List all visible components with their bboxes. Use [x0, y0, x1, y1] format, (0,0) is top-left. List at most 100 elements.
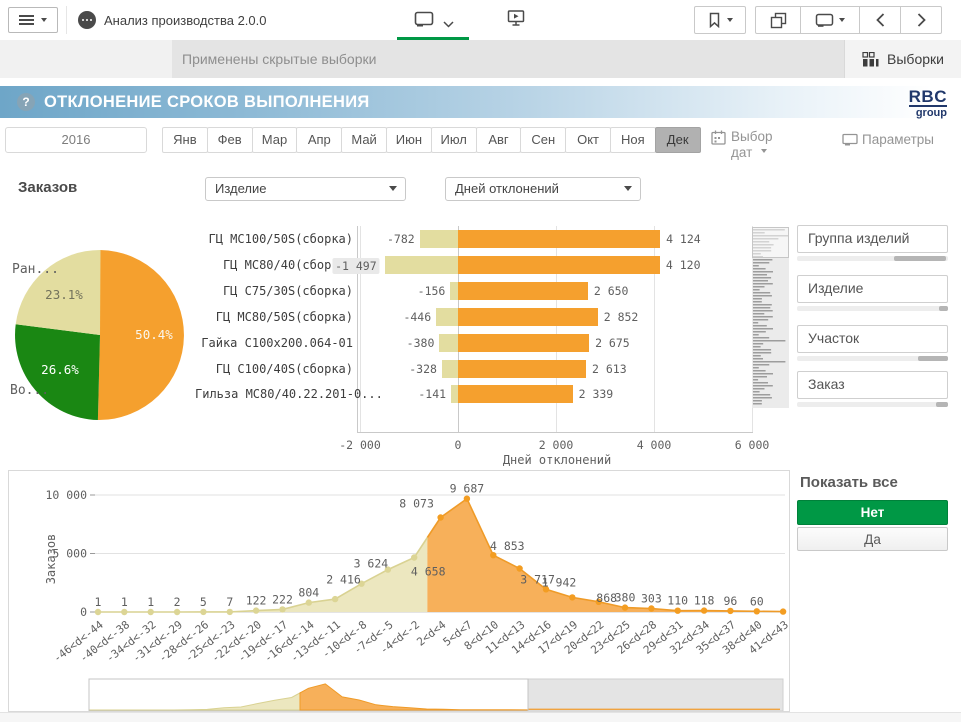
- orders-kpi-label: Заказов: [18, 179, 77, 196]
- listbox-title[interactable]: Заказ: [797, 371, 948, 399]
- storytelling-button[interactable]: [507, 9, 525, 30]
- bookmarks-button[interactable]: [694, 6, 746, 34]
- negative-bar[interactable]: [420, 230, 458, 248]
- prev-sheet-button[interactable]: [859, 6, 901, 34]
- positive-bar[interactable]: [458, 256, 660, 274]
- year-filter[interactable]: 2016: [5, 127, 147, 153]
- measure-dropdown[interactable]: Дней отклонений: [445, 177, 641, 201]
- negative-bar[interactable]: [439, 334, 458, 352]
- area-data-point[interactable]: [95, 609, 101, 615]
- area-data-point[interactable]: [332, 596, 338, 602]
- month-Май[interactable]: Май: [341, 127, 387, 153]
- dimension-dropdown[interactable]: Изделие: [205, 177, 406, 201]
- current-sheet-button[interactable]: [800, 6, 860, 34]
- listbox-title[interactable]: Группа изделий: [797, 225, 948, 253]
- month-Ноя[interactable]: Ноя: [610, 127, 656, 153]
- area-data-point[interactable]: [306, 599, 312, 605]
- negative-bar[interactable]: [436, 308, 458, 326]
- listbox-scrollbar[interactable]: [797, 306, 948, 311]
- listbox-scrollbar-thumb[interactable]: [939, 306, 948, 311]
- range-minimap-unselected[interactable]: [528, 680, 783, 711]
- month-Апр[interactable]: Апр: [296, 127, 342, 153]
- sheets-overview-button[interactable]: [755, 6, 801, 34]
- positive-bar[interactable]: [458, 282, 588, 300]
- area-data-point[interactable]: [411, 554, 417, 560]
- area-point-label: 2 416: [326, 573, 361, 587]
- positive-value-label: 4 124: [666, 232, 701, 246]
- negative-bar[interactable]: [450, 282, 458, 300]
- area-data-point[interactable]: [675, 608, 681, 614]
- area-data-point[interactable]: [253, 607, 259, 613]
- next-sheet-button[interactable]: [900, 6, 942, 34]
- negative-bar[interactable]: [442, 360, 458, 378]
- area-data-point[interactable]: [174, 609, 180, 615]
- selections-bar: Применены скрытые выборки: [0, 40, 961, 78]
- date-picker-button[interactable]: Выбор дат: [711, 129, 785, 161]
- listbox-scrollbar[interactable]: [797, 402, 948, 407]
- app-title: Анализ производства 2.0.0: [104, 13, 266, 28]
- help-icon[interactable]: ?: [17, 93, 35, 111]
- sheet-chevron-button[interactable]: [443, 16, 454, 31]
- area-data-point[interactable]: [437, 514, 443, 520]
- bar-x-tick-label: 0: [455, 438, 462, 452]
- area-data-point[interactable]: [148, 609, 154, 615]
- listbox-scrollbar[interactable]: [797, 356, 948, 361]
- area-y-tick-label: 10 000: [45, 488, 87, 502]
- positive-bar[interactable]: [458, 230, 660, 248]
- area-data-point[interactable]: [569, 594, 575, 600]
- area-point-label: 60: [750, 594, 764, 608]
- month-Янв[interactable]: Янв: [162, 127, 208, 153]
- area-data-point[interactable]: [227, 609, 233, 615]
- pie-slice-pct-label: 50.4%: [135, 327, 173, 342]
- area-point-label: 9 687: [450, 482, 485, 496]
- parameters-button[interactable]: Параметры: [842, 132, 934, 147]
- bar-chart-scroll-minimap[interactable]: [752, 227, 789, 408]
- listbox-title[interactable]: Изделие: [797, 275, 948, 303]
- area-point-label: 303: [641, 592, 662, 606]
- month-Июл[interactable]: Июл: [431, 127, 477, 153]
- area-data-point[interactable]: [121, 609, 127, 615]
- show-all-option-no[interactable]: Нет: [797, 500, 948, 525]
- sheet-header: ? ОТКЛОНЕНИЕ СРОКОВ ВЫПОЛНЕНИЯ RBC group: [0, 86, 961, 118]
- area-data-point[interactable]: [780, 608, 786, 614]
- month-Фев[interactable]: Фев: [207, 127, 253, 153]
- selections-tool-button[interactable]: Выборки: [844, 40, 961, 78]
- area-data-point[interactable]: [648, 605, 654, 611]
- global-menu-button[interactable]: [8, 7, 58, 33]
- month-Мар[interactable]: Мар: [252, 127, 298, 153]
- positive-bar[interactable]: [458, 385, 573, 403]
- bar-category-label: ГЦ С100/40S(сборка): [195, 362, 353, 376]
- chevron-left-icon: [876, 13, 885, 27]
- month-Сен[interactable]: Сен: [520, 127, 566, 153]
- chevron-right-icon: [917, 13, 926, 27]
- area-data-point[interactable]: [727, 608, 733, 614]
- minimap-window-thumb[interactable]: [753, 228, 789, 258]
- month-Дек[interactable]: Дек: [655, 127, 701, 153]
- dimension-dropdown-value: Изделие: [215, 181, 266, 196]
- area-data-point[interactable]: [279, 606, 285, 612]
- positive-bar[interactable]: [458, 360, 586, 378]
- sheet-view-button[interactable]: [414, 11, 434, 31]
- selections-message-area: Применены скрытые выборки: [172, 40, 845, 78]
- listbox-scrollbar[interactable]: [797, 256, 948, 261]
- month-Авг[interactable]: Авг: [476, 127, 522, 153]
- month-Окт[interactable]: Окт: [565, 127, 611, 153]
- area-data-point[interactable]: [200, 609, 206, 615]
- area-point-label: 222: [272, 592, 293, 606]
- positive-bar[interactable]: [458, 308, 598, 326]
- listbox-3: Участок: [797, 325, 948, 361]
- show-all-option-yes[interactable]: Да: [797, 527, 948, 551]
- area-data-point[interactable]: [622, 604, 628, 610]
- negative-bar[interactable]: [451, 385, 458, 403]
- negative-bar[interactable]: [385, 256, 458, 274]
- area-data-point[interactable]: [464, 496, 470, 502]
- month-Июн[interactable]: Июн: [386, 127, 432, 153]
- listbox-scrollbar-thumb[interactable]: [918, 356, 948, 361]
- positive-bar[interactable]: [458, 334, 589, 352]
- listbox-scrollbar-thumb[interactable]: [936, 402, 948, 407]
- listbox-title[interactable]: Участок: [797, 325, 948, 353]
- listbox-scrollbar-thumb[interactable]: [894, 256, 947, 261]
- area-data-point[interactable]: [701, 607, 707, 613]
- area-data-point[interactable]: [516, 565, 522, 571]
- area-data-point[interactable]: [754, 608, 760, 614]
